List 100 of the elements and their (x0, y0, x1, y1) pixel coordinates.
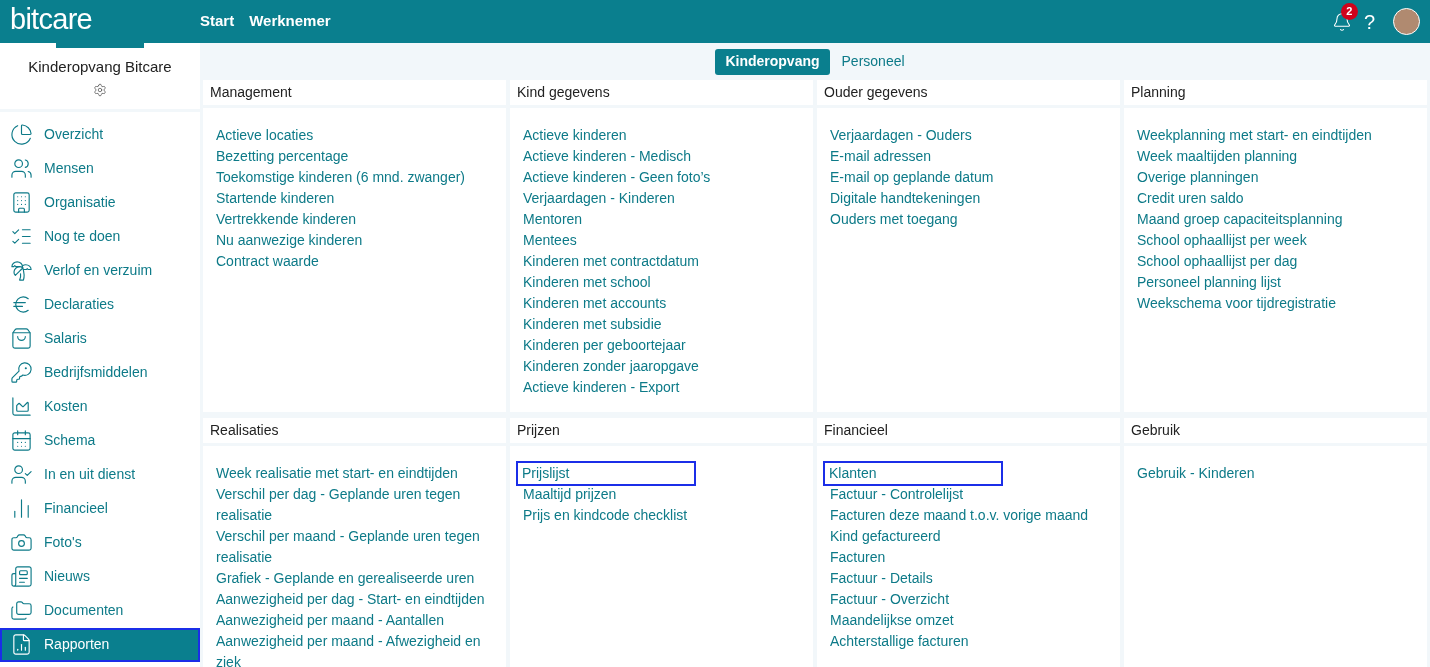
report-link[interactable]: Klanten (825, 463, 1001, 484)
sidebar-item[interactable]: Financieel (0, 491, 200, 526)
sidebar-item[interactable]: In en uit dienst (0, 457, 200, 492)
report-link[interactable]: Kinderen met school (523, 272, 651, 293)
tab[interactable]: Personeel (831, 48, 915, 75)
report-link[interactable]: Maand groep capaciteitsplanning (1137, 209, 1343, 230)
building-icon (10, 191, 33, 214)
report-link[interactable]: Ouders met toegang (830, 209, 958, 230)
report-link[interactable]: Week realisatie met start- en eindtijden (216, 463, 458, 484)
report-link[interactable]: Digitale handtekeningen (830, 188, 981, 209)
panel-title: Prijzen (510, 418, 813, 446)
sidebar-item[interactable]: Organisatie (0, 185, 200, 220)
report-link[interactable]: Kinderen met contractdatum (523, 251, 699, 272)
report-link[interactable]: Mentees (523, 230, 577, 251)
sidebar-item[interactable]: Overzicht (0, 117, 200, 152)
report-link[interactable]: Verjaardagen - Ouders (830, 125, 972, 146)
report-link[interactable]: Grafiek - Geplande en gerealiseerde uren (216, 568, 475, 589)
notification-badge: 2 (1340, 2, 1358, 20)
report-link[interactable]: Kind gefactureerd (830, 526, 941, 547)
area-chart-icon (10, 395, 33, 418)
report-link[interactable]: Weekplanning met start- en eindtijden (1137, 125, 1372, 146)
report-link[interactable]: Actieve kinderen - Medisch (523, 146, 692, 167)
logo[interactable]: bitcare (10, 0, 200, 42)
report-link[interactable]: Maandelijkse omzet (830, 610, 954, 631)
sidebar-item[interactable]: Kosten (0, 389, 200, 424)
report-link[interactable]: Verschil per maand - Geplande uren tegen realisatie (216, 526, 493, 568)
panel-title: Gebruik (1124, 418, 1427, 446)
key-icon (10, 361, 33, 384)
bag-icon (10, 327, 33, 350)
camera-icon (10, 531, 33, 554)
user-check-icon (10, 463, 33, 486)
sidebar-item[interactable]: Bedrijfsmiddelen (0, 355, 200, 390)
report-link[interactable]: Facturen (830, 547, 886, 568)
report-link[interactable]: Actieve kinderen - Export (523, 377, 680, 398)
report-link[interactable]: Actieve kinderen - Geen foto’s (523, 167, 711, 188)
sidebar-item[interactable]: Documenten (0, 593, 200, 628)
report-link[interactable]: Factuur - Details (830, 568, 933, 589)
tab[interactable]: Kinderopvang (715, 48, 830, 75)
calendar-icon (10, 429, 33, 452)
sidebar-item[interactable]: Salaris (0, 321, 200, 356)
report-link[interactable]: E-mail op geplande datum (830, 167, 994, 188)
report-link[interactable]: Verjaardagen - Kinderen (523, 188, 675, 209)
help-button[interactable]: ? (1363, 6, 1375, 37)
report-link[interactable]: Vertrekkende kinderen (216, 209, 357, 230)
report-link[interactable]: Aanwezigheid per maand - Aantallen (216, 610, 445, 631)
palm-tree-icon (10, 259, 33, 282)
report-link[interactable]: Gebruik - Kinderen (1137, 463, 1255, 484)
sidebar-item[interactable]: Nieuws (0, 559, 200, 594)
report-link[interactable]: Factuur - Controlelijst (830, 484, 964, 505)
report-link[interactable]: Overige planningen (1137, 167, 1259, 188)
nav-link[interactable]: Start (200, 10, 235, 33)
panel-title: Financieel (817, 418, 1120, 446)
people-icon (10, 157, 33, 180)
report-link[interactable]: Kinderen zonder jaaropgave (523, 356, 699, 377)
report-link[interactable]: Actieve kinderen (523, 125, 627, 146)
report-link[interactable]: Toekomstige kinderen (6 mnd. zwanger) (216, 167, 465, 188)
report-link[interactable]: Contract waarde (216, 251, 319, 272)
settings-icon[interactable] (93, 82, 107, 97)
sidebar-item[interactable]: Schema (0, 423, 200, 458)
report-link[interactable]: Verschil per dag - Geplande uren tegen realisatie (216, 484, 493, 526)
report-link[interactable]: E-mail adressen (830, 146, 932, 167)
panel-title: Realisaties (203, 418, 506, 446)
organisation-name: Kinderopvang Bitcare (28, 57, 172, 77)
panel-title: Kind gegevens (510, 80, 813, 108)
sidebar-item[interactable]: Rapporten (0, 627, 200, 662)
report-link[interactable]: Prijs en kindcode checklist (523, 505, 688, 526)
report-link[interactable]: Nu aanwezige kinderen (216, 230, 363, 251)
report-link[interactable]: Startende kinderen (216, 188, 335, 209)
report-file-icon (10, 633, 33, 656)
report-link[interactable]: Kinderen met accounts (523, 293, 667, 314)
sidebar-item[interactable]: Nog te doen (0, 219, 200, 254)
report-link[interactable]: Mentoren (523, 209, 583, 230)
report-link[interactable]: Maaltijd prijzen (523, 484, 617, 505)
report-link[interactable]: Factuur - Overzicht (830, 589, 950, 610)
report-link[interactable]: Achterstallige facturen (830, 631, 969, 652)
nav-link[interactable]: Werknemer (249, 10, 331, 33)
report-link[interactable]: Kinderen per geboortejaar (523, 335, 686, 356)
report-link[interactable]: Weekschema voor tijdregistratie (1137, 293, 1336, 314)
report-link[interactable]: Week maaltijden planning (1137, 146, 1298, 167)
report-link[interactable]: Facturen deze maand t.o.v. vorige maand (830, 505, 1089, 526)
report-link[interactable]: Kinderen met subsidie (523, 314, 662, 335)
report-link[interactable]: School ophaallijst per dag (1137, 251, 1298, 272)
report-link[interactable]: Aanwezigheid per dag - Start- en eindtijden (216, 589, 485, 610)
pie-chart-icon (10, 123, 33, 146)
sidebar-item[interactable]: Mensen (0, 151, 200, 186)
report-link[interactable]: Actieve locaties (216, 125, 314, 146)
folders-icon (10, 599, 33, 622)
panel-title: Ouder gegevens (817, 80, 1120, 108)
sidebar-item[interactable]: Verlof en verzuim (0, 253, 200, 288)
avatar[interactable] (1393, 8, 1420, 35)
report-link[interactable]: School ophaallijst per week (1137, 230, 1307, 251)
report-link[interactable]: Personeel planning lijst (1137, 272, 1281, 293)
newspaper-icon (10, 565, 33, 588)
sidebar-item[interactable]: Declaraties (0, 287, 200, 322)
report-link[interactable]: Bezetting percentage (216, 146, 349, 167)
sidebar-item[interactable]: Foto's (0, 525, 200, 560)
panel-title: Planning (1124, 80, 1427, 108)
report-link[interactable]: Aanwezigheid per maand - Afwezigheid en ziek (216, 631, 493, 667)
report-link[interactable]: Credit uren saldo (1137, 188, 1244, 209)
report-link[interactable]: Prijslijst (518, 463, 694, 484)
